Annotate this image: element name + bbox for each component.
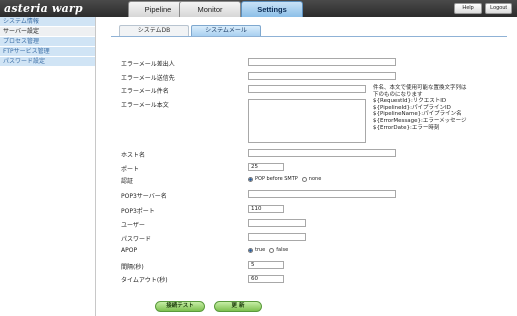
password-field[interactable]: [248, 233, 306, 241]
timeout-label: タイムアウト(秒): [121, 277, 168, 284]
help-button[interactable]: Help: [454, 3, 482, 14]
app-logo: asteria warp: [4, 2, 83, 15]
subtab-divider: [111, 36, 507, 37]
error-subject-field[interactable]: [248, 85, 366, 93]
sidebar-item-process-management[interactable]: プロセス管理: [0, 37, 95, 47]
top-bar: asteria warp Pipeline Monitor Settings H…: [0, 0, 517, 17]
pop3-server-label: POP3サーバー名: [121, 193, 167, 200]
note-line: ${PipelineName}:パイプライン名: [373, 111, 462, 118]
port-field[interactable]: 25: [248, 163, 284, 171]
interval-field[interactable]: 5: [248, 261, 284, 269]
substitution-help-note: 件名、本文で使用可能な置換文字列は 下のものになります ${RequestId}…: [373, 85, 513, 131]
update-button[interactable]: 更 新: [214, 301, 262, 312]
timeout-field[interactable]: 60: [248, 275, 284, 283]
subtab-system-db[interactable]: システムDB: [119, 25, 189, 36]
connection-test-button[interactable]: 接続テスト: [155, 301, 205, 312]
sidebar-item-ftp-service[interactable]: FTPサービス管理: [0, 47, 95, 57]
error-body-label: エラーメール本文: [121, 102, 169, 109]
apop-option-label: false: [276, 247, 289, 253]
tab-monitor[interactable]: Monitor: [179, 1, 241, 17]
interval-label: 間隔(秒): [121, 264, 144, 271]
sidebar: システム情報 サーバー設定 プロセス管理 FTPサービス管理 パスワード設定: [0, 17, 96, 316]
note-line: 件名、本文で使用可能な置換文字列は: [373, 85, 467, 91]
note-line: ${ErrorDate}:エラー時刻: [373, 124, 440, 131]
logout-button[interactable]: Logout: [485, 3, 512, 14]
error-to-field[interactable]: [248, 72, 396, 80]
user-label: ユーザー: [121, 222, 145, 229]
user-field[interactable]: [248, 219, 306, 227]
apop-false-radio[interactable]: [269, 247, 275, 253]
auth-none-radio[interactable]: [301, 176, 307, 182]
note-line: ${ErrorMessage}:エラーメッセージ: [373, 117, 467, 124]
pop3-port-label: POP3ポート: [121, 208, 155, 215]
apop-label: APOP: [121, 247, 138, 254]
pop3-port-field[interactable]: 110: [248, 205, 284, 213]
auth-label: 認証: [121, 178, 134, 185]
auth-option-label: none: [308, 176, 322, 182]
error-body-textarea[interactable]: [248, 99, 366, 143]
auth-option-label: POP before SMTP: [255, 176, 298, 182]
error-subject-label: エラーメール件名: [121, 88, 169, 95]
port-label: ポート: [121, 166, 140, 173]
apop-option-label: true: [255, 247, 266, 253]
apop-radio-group: true false: [248, 247, 292, 253]
error-to-label: エラーメール送信先: [121, 75, 175, 82]
main-content: システムDB システムメール エラーメール差出人 エラーメール送信先 エラーメー…: [97, 17, 517, 316]
auth-radio-group: POP before SMTP none: [248, 176, 325, 182]
auth-pop-before-smtp-radio[interactable]: [248, 176, 253, 182]
sidebar-item-password-settings[interactable]: パスワード設定: [0, 57, 95, 67]
host-field[interactable]: [248, 149, 396, 157]
error-from-field[interactable]: [248, 58, 396, 66]
host-label: ホスト名: [121, 152, 146, 159]
tab-settings[interactable]: Settings: [241, 1, 303, 17]
password-label: パスワード: [121, 236, 152, 243]
pop3-server-field[interactable]: [248, 190, 396, 198]
apop-true-radio[interactable]: [248, 247, 253, 253]
note-line: ${RequestId}:リクエストID: [373, 98, 447, 105]
sidebar-item-server-settings[interactable]: サーバー設定: [0, 27, 95, 37]
sidebar-item-system-info[interactable]: システム情報: [0, 17, 95, 27]
error-from-label: エラーメール差出人: [121, 61, 175, 68]
subtab-system-mail[interactable]: システムメール: [191, 25, 261, 36]
